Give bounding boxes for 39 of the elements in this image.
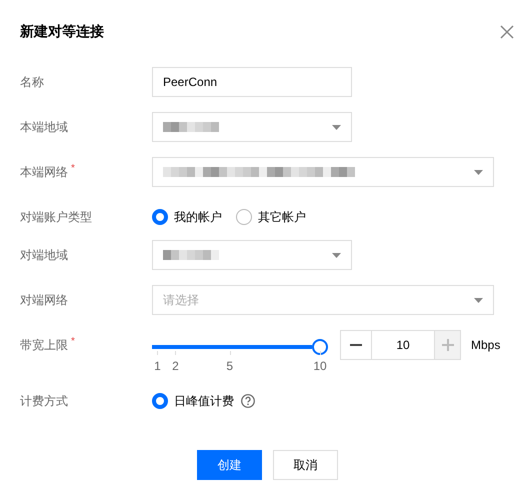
tick-label: 5 [226,359,234,373]
cancel-button[interactable]: 取消 [273,450,338,480]
field-label: 对端账户类型 [20,209,92,226]
dialog-title: 新建对等连接 [20,23,104,41]
tick-label: 2 [172,359,179,373]
name-field[interactable]: PeerConn [152,67,352,97]
select-field[interactable] [152,240,352,270]
caret-icon [474,170,483,174]
field-label: 计费方式 [20,393,68,410]
plus-icon [442,339,454,351]
unit-label: Mbps [471,337,500,354]
radio-label: 我的帐户 [174,208,222,226]
radio-label: 日峰值计费 [174,392,234,410]
slider-handle[interactable] [312,339,328,355]
create-button[interactable]: 创建 [197,450,262,480]
number-stepper[interactable]: 10 [340,330,461,360]
number-field[interactable]: 10 [371,331,435,359]
field-label: 名称 [20,74,44,91]
close-icon[interactable] [500,25,514,39]
caret-icon [332,124,341,130]
field-label: 本端地域 [20,119,68,136]
radio-option[interactable]: 日峰值计费 [152,392,255,410]
radio-label: 其它帐户 [258,208,306,226]
field-label: 带宽上限 [20,337,68,354]
field-label: 本端网络 [20,164,68,181]
caret-icon [332,252,341,258]
tick-label: 1 [154,359,161,373]
select-field[interactable] [152,157,494,187]
required-mark: * [71,335,75,349]
field-label: 对端地域 [20,247,68,264]
tick-label: 10 [313,359,327,373]
radio-option[interactable]: 我的帐户 [152,208,222,226]
select-field[interactable] [152,112,352,142]
field-label: 对端网络 [20,292,68,309]
minus-icon [350,344,362,346]
caret-icon [474,298,483,302]
required-mark: * [71,162,75,176]
help-icon[interactable] [241,394,255,408]
radio-option[interactable]: 其它帐户 [236,208,306,226]
